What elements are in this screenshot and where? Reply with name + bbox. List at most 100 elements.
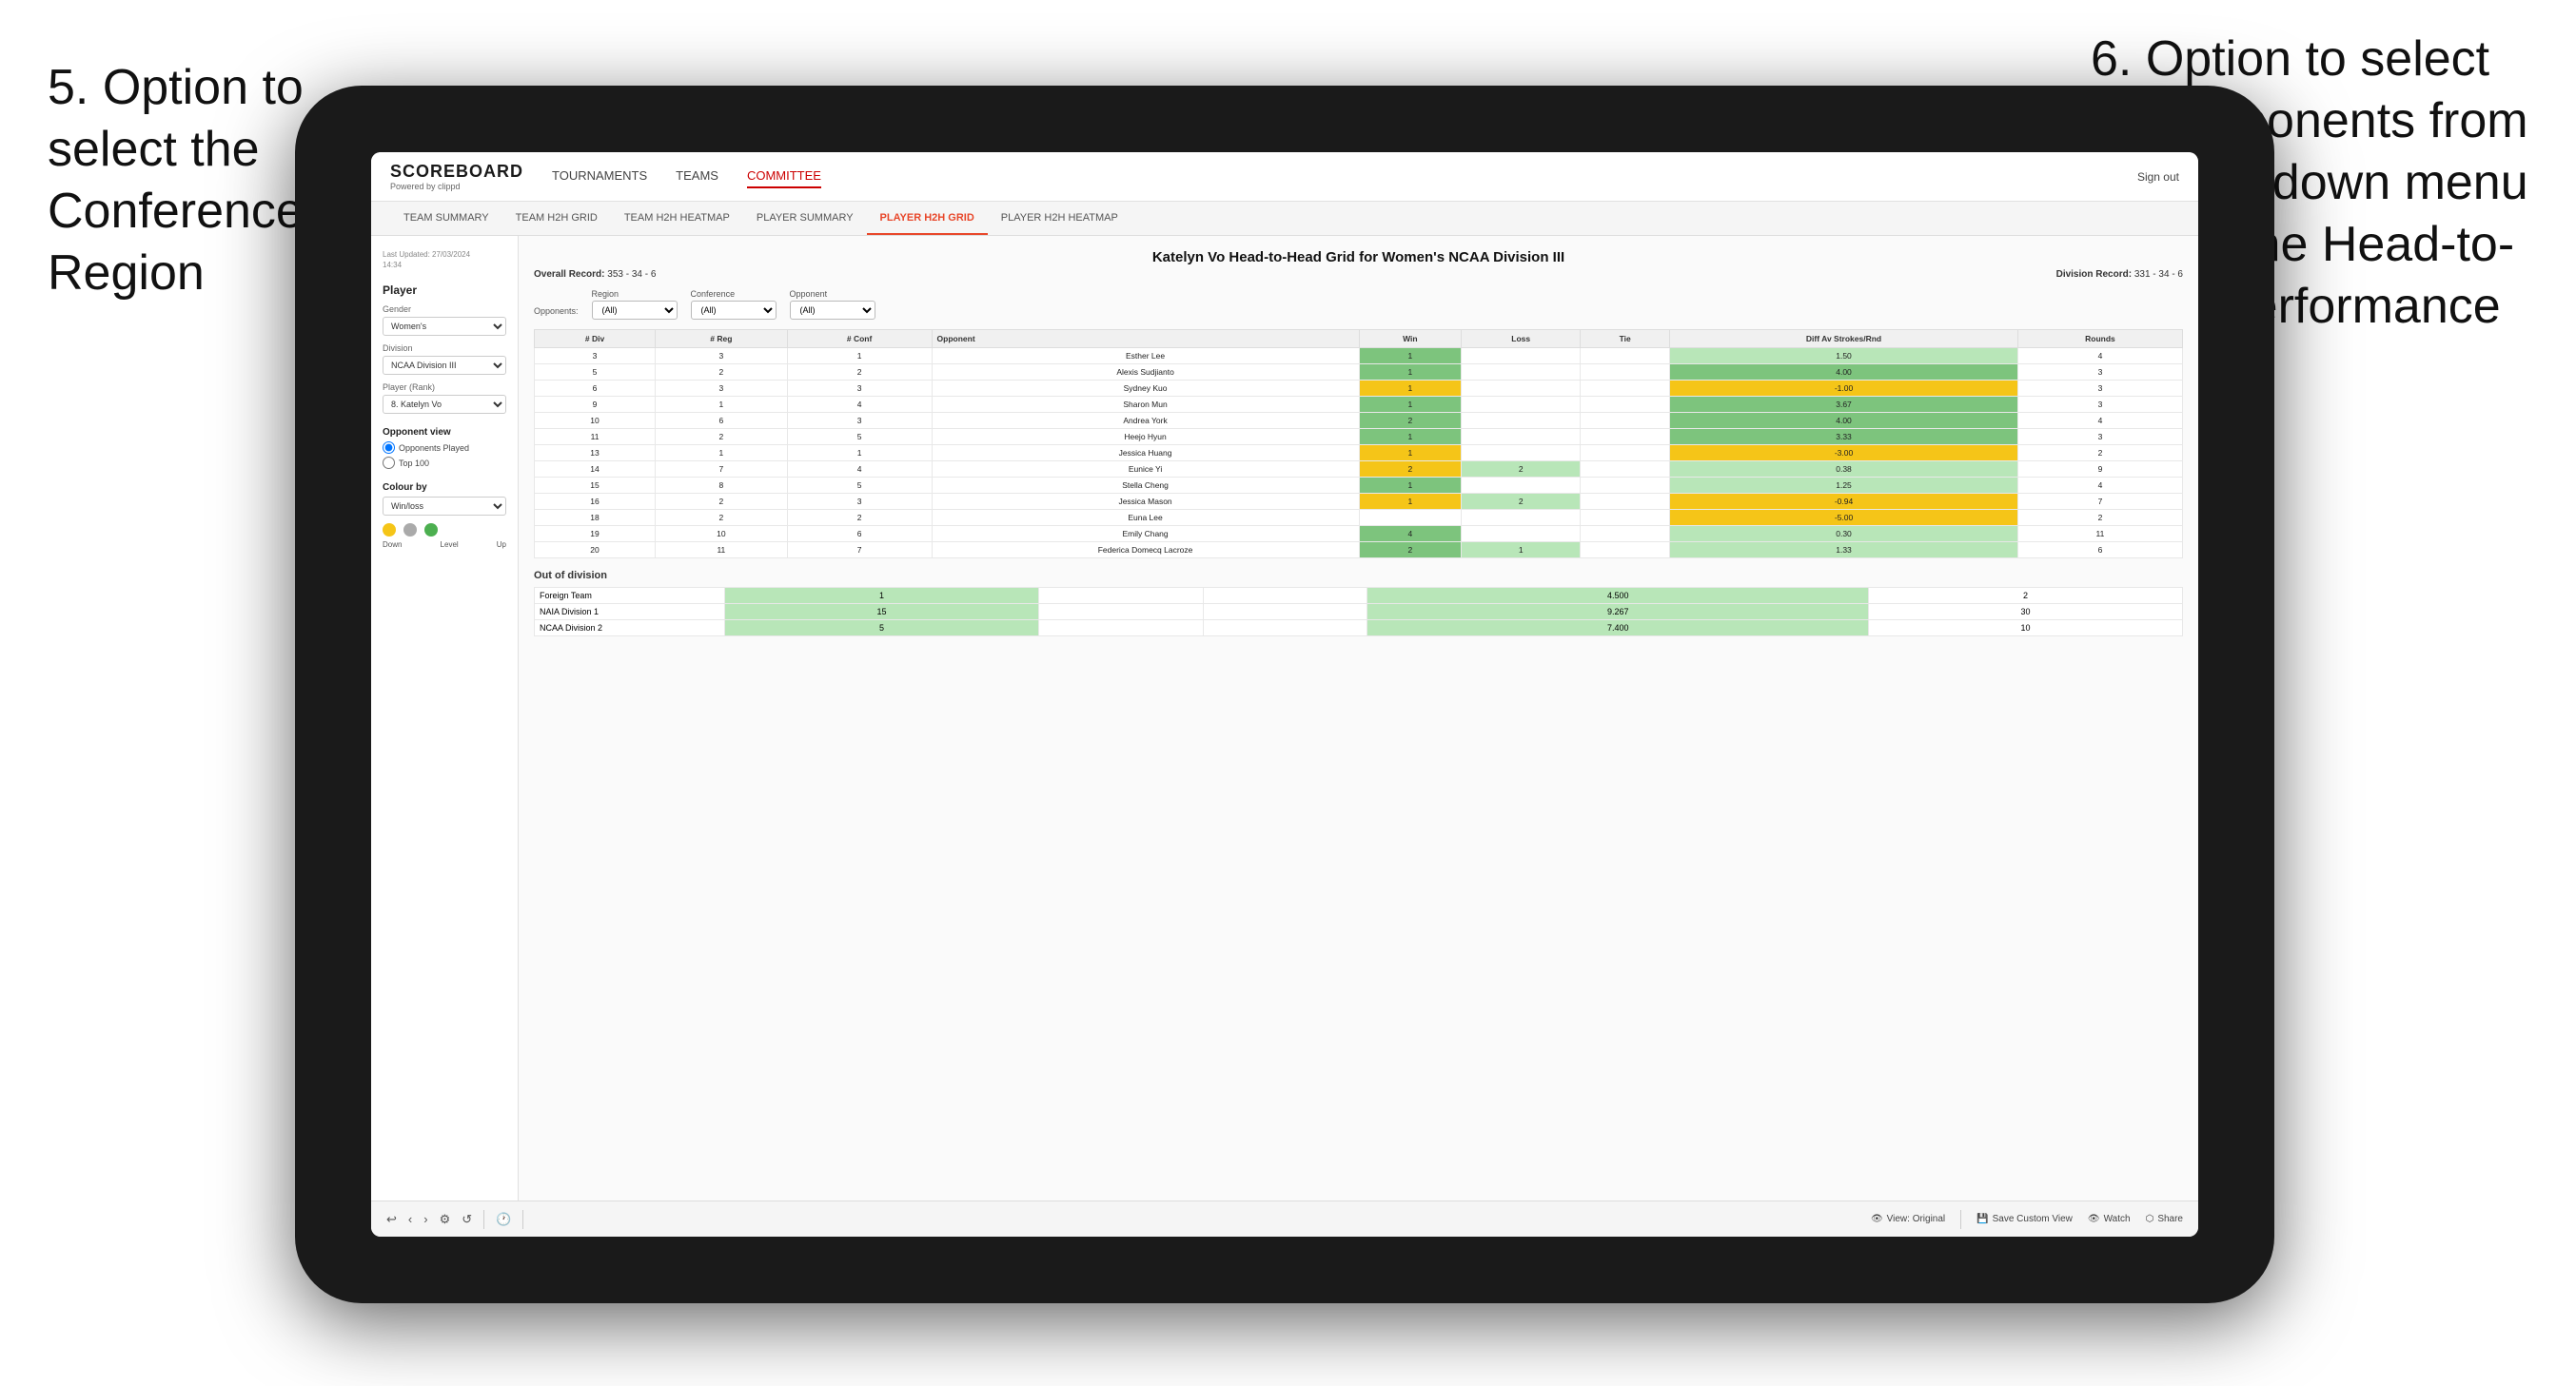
- opponent-filter-label: Opponent: [790, 289, 875, 299]
- region-filter-select[interactable]: (All): [592, 301, 678, 320]
- cell-reg: 2: [656, 494, 788, 510]
- share-icon: ⬡: [2146, 1214, 2154, 1224]
- col-diff: Diff Av Strokes/Rnd: [1670, 330, 2018, 348]
- cell-div: 18: [535, 510, 656, 526]
- cell-rounds: 2: [2017, 510, 2182, 526]
- settings-icon[interactable]: ⚙: [440, 1212, 451, 1227]
- nav-teams[interactable]: TEAMS: [676, 165, 718, 188]
- cell-conf: 4: [787, 397, 932, 413]
- cell-div: 6: [535, 381, 656, 397]
- cell-loss: [1462, 478, 1581, 494]
- ood-rounds: 30: [1868, 604, 2182, 620]
- gender-select[interactable]: Women's: [383, 317, 506, 336]
- ood-win: 1: [725, 588, 1039, 604]
- nav-sign-out[interactable]: Sign out: [2137, 170, 2179, 184]
- table-row: 20 11 7 Federica Domecq Lacroze 2 1 1.33…: [535, 542, 2183, 558]
- cell-win: 1: [1359, 429, 1462, 445]
- nav-items: TOURNAMENTS TEAMS COMMITTEE: [552, 165, 2137, 188]
- cell-rounds: 7: [2017, 494, 2182, 510]
- nav-committee[interactable]: COMMITTEE: [747, 165, 821, 188]
- tab-team-summary[interactable]: TEAM SUMMARY: [390, 202, 502, 235]
- table-row: 19 10 6 Emily Chang 4 0.30 11: [535, 526, 2183, 542]
- ood-loss: [1039, 588, 1204, 604]
- radio-opponents-played[interactable]: Opponents Played: [383, 441, 506, 454]
- cell-opponent: Euna Lee: [932, 510, 1359, 526]
- legend-dot-up: [424, 523, 438, 537]
- undo-icon[interactable]: ↩: [386, 1212, 397, 1227]
- opponent-filter-select[interactable]: (All): [790, 301, 875, 320]
- ood-loss: [1039, 604, 1204, 620]
- cell-reg: 2: [656, 364, 788, 381]
- radio-top100[interactable]: Top 100: [383, 457, 506, 469]
- view-original-btn[interactable]: 👁 View: Original: [1871, 1210, 1945, 1229]
- refresh-icon[interactable]: ↺: [462, 1212, 472, 1227]
- scoreboard-logo: SCOREBOARD Powered by clippd: [390, 162, 523, 191]
- cell-win: 4: [1359, 526, 1462, 542]
- content-area: Katelyn Vo Head-to-Head Grid for Women's…: [519, 236, 2198, 1201]
- cell-tie: [1581, 510, 1670, 526]
- legend-level-label: Level: [441, 540, 459, 549]
- colour-by-title: Colour by: [383, 482, 506, 493]
- cell-conf: 3: [787, 381, 932, 397]
- cell-diff: 3.67: [1670, 397, 2018, 413]
- tab-player-h2h-heatmap[interactable]: PLAYER H2H HEATMAP: [988, 202, 1131, 235]
- cell-win: 2: [1359, 461, 1462, 478]
- eye-icon: 👁: [1871, 1214, 1883, 1224]
- last-updated: Last Updated: 27/03/2024 14:34: [383, 249, 506, 270]
- cell-div: 20: [535, 542, 656, 558]
- cell-opponent: Heejo Hyun: [932, 429, 1359, 445]
- legend-dot-level: [403, 523, 417, 537]
- watch-btn[interactable]: 👁 Watch: [2088, 1210, 2131, 1229]
- cell-reg: 2: [656, 429, 788, 445]
- cell-conf: 5: [787, 478, 932, 494]
- division-select[interactable]: NCAA Division III: [383, 356, 506, 375]
- tab-team-h2h-grid[interactable]: TEAM H2H GRID: [502, 202, 611, 235]
- conference-filter-select[interactable]: (All): [691, 301, 777, 320]
- list-item: Foreign Team 1 4.500 2: [535, 588, 2183, 604]
- toolbar-separator-3: [1960, 1210, 1961, 1229]
- legend-up-label: Up: [497, 540, 506, 549]
- cell-rounds: 3: [2017, 381, 2182, 397]
- cell-win: 2: [1359, 542, 1462, 558]
- cell-reg: 8: [656, 478, 788, 494]
- cell-tie: [1581, 445, 1670, 461]
- table-row: 3 3 1 Esther Lee 1 1.50 4: [535, 348, 2183, 364]
- nav-tournaments[interactable]: TOURNAMENTS: [552, 165, 647, 188]
- cell-win: 1: [1359, 364, 1462, 381]
- cell-div: 14: [535, 461, 656, 478]
- tab-player-summary[interactable]: PLAYER SUMMARY: [743, 202, 867, 235]
- ood-table: Foreign Team 1 4.500 2 NAIA Division 1 1…: [534, 587, 2183, 636]
- colour-by-select[interactable]: Win/loss: [383, 497, 506, 516]
- cell-rounds: 4: [2017, 348, 2182, 364]
- table-row: 5 2 2 Alexis Sudjianto 1 4.00 3: [535, 364, 2183, 381]
- col-div: # Div: [535, 330, 656, 348]
- ood-label: NCAA Division 2: [535, 620, 725, 636]
- division-label: Division: [383, 343, 506, 353]
- cell-win: 2: [1359, 413, 1462, 429]
- grid-title: Katelyn Vo Head-to-Head Grid for Women's…: [534, 249, 2183, 265]
- cell-diff: -3.00: [1670, 445, 2018, 461]
- cell-diff: 1.50: [1670, 348, 2018, 364]
- cell-tie: [1581, 397, 1670, 413]
- sidebar: Last Updated: 27/03/2024 14:34 Player Ge…: [371, 236, 519, 1201]
- tab-team-h2h-heatmap[interactable]: TEAM H2H HEATMAP: [611, 202, 743, 235]
- save-custom-btn[interactable]: 💾 Save Custom View: [1976, 1210, 2073, 1229]
- tab-player-h2h-grid[interactable]: PLAYER H2H GRID: [867, 202, 988, 235]
- cell-opponent: Stella Cheng: [932, 478, 1359, 494]
- player-rank-label: Player (Rank): [383, 382, 506, 392]
- share-btn[interactable]: ⬡ Share: [2146, 1210, 2183, 1229]
- forward-icon[interactable]: ›: [423, 1212, 427, 1226]
- player-rank-select[interactable]: 8. Katelyn Vo: [383, 395, 506, 414]
- opponent-view-title: Opponent view: [383, 427, 506, 438]
- h2h-table: # Div # Reg # Conf Opponent Win Loss Tie…: [534, 329, 2183, 558]
- clock-icon[interactable]: 🕐: [496, 1212, 511, 1227]
- ood-diff: 9.267: [1367, 604, 1869, 620]
- cell-loss: [1462, 526, 1581, 542]
- cell-win: 1: [1359, 397, 1462, 413]
- toolbar-separator-2: [522, 1210, 523, 1229]
- back-icon[interactable]: ‹: [408, 1212, 412, 1226]
- ood-label: NAIA Division 1: [535, 604, 725, 620]
- cell-tie: [1581, 461, 1670, 478]
- cell-conf: 6: [787, 526, 932, 542]
- cell-conf: 3: [787, 494, 932, 510]
